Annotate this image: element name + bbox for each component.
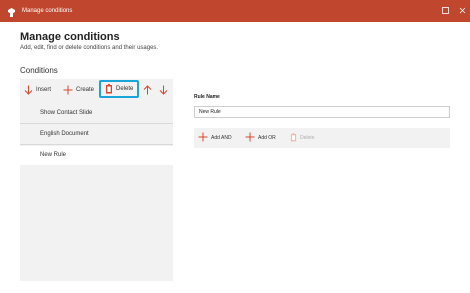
plus-icon [63, 85, 73, 95]
arrow-down-icon [24, 85, 33, 95]
conditions-section-label: Conditions [20, 66, 58, 75]
arrow-up-icon [143, 85, 152, 95]
title-bar: Manage conditions [0, 0, 470, 22]
maximize-icon[interactable] [440, 5, 451, 16]
trash-icon [105, 84, 113, 94]
arrow-down-icon [159, 85, 168, 95]
plus-icon [198, 132, 208, 144]
delete-button[interactable]: Delete [99, 80, 139, 98]
rule-delete-button[interactable]: Delete [290, 132, 314, 144]
insert-button[interactable]: Insert [24, 82, 51, 98]
move-down-button[interactable] [159, 82, 168, 98]
list-item-label: Show Contact Slide [40, 110, 93, 116]
create-button[interactable]: Create [63, 82, 94, 98]
add-or-label: Add OR [258, 135, 276, 141]
conditions-list: Show Contact Slide English Document New … [20, 104, 173, 166]
close-icon[interactable] [457, 5, 468, 16]
conditions-toolbar: Insert Create Delete [20, 79, 173, 101]
list-item-label: New Rule [40, 152, 67, 158]
plus-icon [245, 132, 255, 144]
insert-label: Insert [36, 87, 52, 93]
page-subtitle: Add, edit, find or delete conditions and… [20, 45, 159, 51]
app-icon [6, 5, 17, 18]
create-label: Create [76, 87, 95, 93]
trash-icon [290, 132, 297, 144]
rule-name-label: Rule Name [194, 94, 220, 100]
move-up-button[interactable] [143, 82, 152, 98]
rule-delete-label: Delete [300, 135, 315, 141]
add-and-button[interactable]: Add AND [198, 132, 232, 144]
list-item[interactable]: English Document [20, 125, 173, 145]
list-item[interactable]: Show Contact Slide [20, 104, 173, 124]
window-title: Manage conditions [22, 8, 73, 14]
rule-toolbar: Add AND Add OR Delete [194, 128, 450, 148]
delete-label: Delete [116, 86, 134, 92]
page-title: Manage conditions [20, 31, 120, 43]
add-and-label: Add AND [211, 135, 232, 141]
rule-name-input[interactable] [194, 106, 450, 118]
list-item-selected[interactable]: New Rule [20, 146, 173, 165]
list-item-label: English Document [40, 131, 89, 137]
add-or-button[interactable]: Add OR [245, 132, 276, 144]
